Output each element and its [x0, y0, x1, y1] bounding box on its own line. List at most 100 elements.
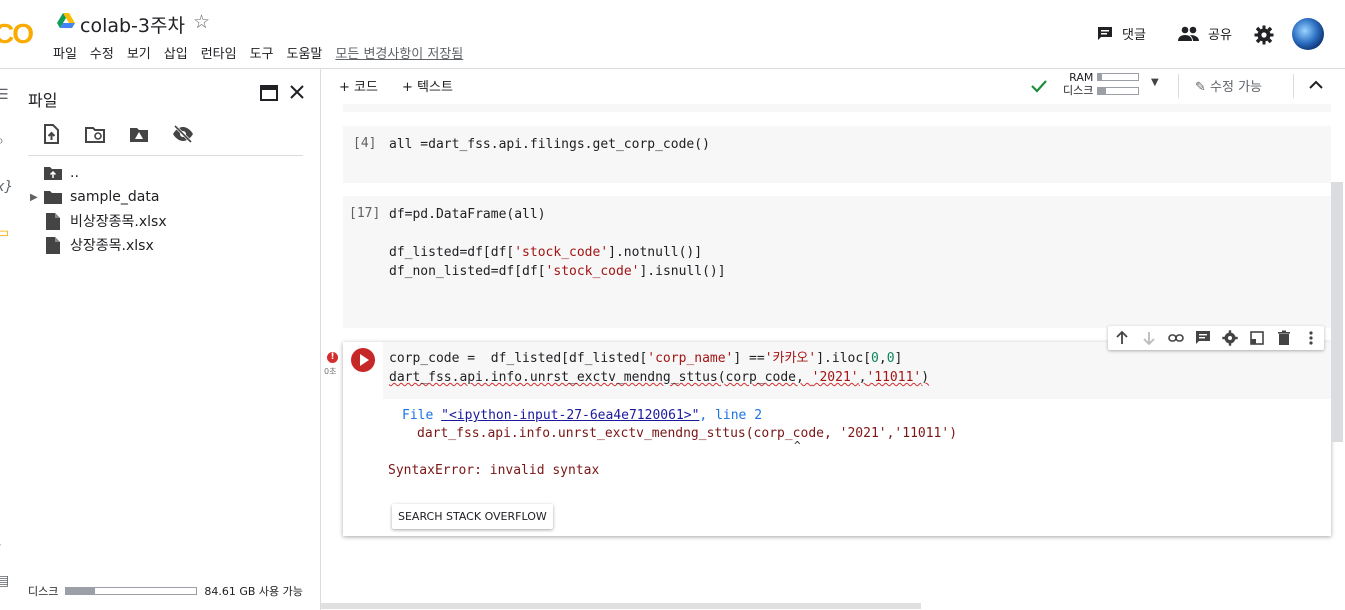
- user-avatar[interactable]: [1292, 18, 1324, 50]
- app-header: CO colab-3주차 ☆ 파일 수정 보기 삽입 런타임 도구 도움말 모든…: [0, 0, 1345, 69]
- traceback-caret: ^: [794, 439, 801, 452]
- menu-insert[interactable]: 삽입: [164, 43, 188, 62]
- delete-icon[interactable]: [1276, 330, 1292, 346]
- add-text-button[interactable]: + 텍스트: [402, 76, 453, 95]
- string-literal: '카카오': [764, 351, 817, 366]
- search-stack-overflow-button[interactable]: SEARCH STACK OVERFLOW: [392, 504, 553, 529]
- code-cell[interactable]: [4] all =dart_fss.api.filings.get_corp_c…: [343, 126, 1331, 183]
- file-row-parent[interactable]: ..: [30, 162, 79, 184]
- code-line[interactable]: df=pd.DataFrame(all): [389, 205, 546, 224]
- add-code-button[interactable]: + 코드: [339, 76, 378, 95]
- file-row-folder[interactable]: ▶ sample_data: [30, 186, 159, 208]
- move-up-icon[interactable]: [1114, 330, 1130, 346]
- file-sidebar: ☰ ⌕ x} ▭ › ▤ 파일 .. ▶: [0, 69, 321, 610]
- comment-icon[interactable]: [1195, 330, 1211, 346]
- string-literal: '2021': [811, 370, 859, 385]
- resource-dropdown-icon[interactable]: ▼: [1151, 77, 1159, 88]
- cell-prompt: [17]: [349, 206, 381, 221]
- hide-hidden-files-icon[interactable]: [172, 123, 194, 145]
- code-cell[interactable]: [17] df=pd.DataFrame(all) df_listed=df[d…: [343, 196, 1331, 328]
- connected-check-icon: [1031, 80, 1047, 93]
- code-editor[interactable]: corp_code = df_listed[df_listed['corp_na…: [383, 342, 1331, 399]
- menu-runtime[interactable]: 런타임: [201, 43, 237, 62]
- share-label: 공유: [1208, 28, 1232, 43]
- open-in-tab-icon[interactable]: [260, 85, 278, 101]
- close-icon[interactable]: [289, 84, 305, 100]
- link-icon[interactable]: [1167, 330, 1184, 346]
- variables-icon[interactable]: x}: [0, 179, 13, 195]
- code-line[interactable]: df_listed=df[df['stock_code'].notnull()]: [389, 243, 702, 262]
- file-name: 상장종목.xlsx: [70, 238, 154, 254]
- collapse-header-icon[interactable]: [1309, 80, 1323, 90]
- save-status-link[interactable]: 모든 변경사항이 저장됨: [335, 43, 463, 62]
- star-icon[interactable]: ☆: [193, 11, 210, 33]
- disk-usage-bar: [65, 587, 198, 595]
- side-rail: ☰ ⌕ x} ▭ › ▤: [0, 69, 20, 610]
- search-icon[interactable]: ⌕: [0, 133, 4, 149]
- horizontal-scrollbar[interactable]: [321, 603, 921, 609]
- code-line[interactable]: corp_code = df_listed[df_listed['corp_na…: [389, 349, 902, 368]
- traceback-file-prefix: File: [402, 408, 442, 423]
- upload-file-icon[interactable]: [40, 123, 62, 145]
- menu-view[interactable]: 보기: [127, 43, 151, 62]
- code-line[interactable]: all =dart_fss.api.filings.get_corp_code(…: [389, 135, 710, 154]
- notebook-area: [4] all =dart_fss.api.filings.get_corp_c…: [321, 104, 1345, 610]
- string-literal: 'corp_name': [647, 351, 734, 366]
- run-cell-button[interactable]: [351, 348, 375, 372]
- folder-icon: [44, 191, 62, 204]
- settings-gear-icon[interactable]: [1254, 25, 1274, 45]
- disk-usage: 디스크 84.61 GB 사용 가능: [28, 583, 303, 599]
- number-literal: 0: [871, 351, 879, 366]
- move-down-icon[interactable]: [1141, 330, 1157, 346]
- mount-drive-icon[interactable]: [128, 123, 150, 145]
- people-icon: [1178, 26, 1199, 41]
- cell-prompt: [4]: [353, 136, 377, 151]
- file-name: 비상장종목.xlsx: [70, 214, 167, 230]
- menu-tools[interactable]: 도구: [250, 43, 274, 62]
- colab-logo[interactable]: CO: [0, 18, 34, 50]
- expand-chevron-icon[interactable]: ›: [0, 537, 2, 553]
- menu-file[interactable]: 파일: [53, 43, 77, 62]
- toc-icon[interactable]: ☰: [0, 87, 9, 103]
- folder-icon[interactable]: ▭: [0, 225, 9, 241]
- menu-bar: 파일 수정 보기 삽입 런타임 도구 도움말 모든 변경사항이 저장됨: [53, 43, 463, 62]
- files-panel-title: 파일: [28, 91, 58, 110]
- cell-toolbar: [1108, 326, 1324, 350]
- notebook-title[interactable]: colab-3주차: [80, 11, 185, 38]
- mirror-cell-icon[interactable]: [1249, 330, 1265, 346]
- comment-button[interactable]: 댓글: [1096, 24, 1146, 43]
- google-drive-icon[interactable]: [57, 13, 75, 29]
- menu-edit[interactable]: 수정: [90, 43, 114, 62]
- menu-help[interactable]: 도움말: [287, 43, 323, 62]
- active-code-cell[interactable]: corp_code = df_listed[df_listed['corp_na…: [343, 342, 1331, 536]
- file-row-xlsx[interactable]: 비상장종목.xlsx: [30, 210, 167, 232]
- pencil-icon: ✎: [1195, 80, 1206, 95]
- disk-available: 84.61 GB 사용 가능: [204, 585, 303, 598]
- error-message: SyntaxError: invalid syntax: [388, 463, 600, 478]
- disk-bar-fill: [1098, 88, 1106, 94]
- file-toolbar: [40, 123, 194, 145]
- edit-mode-button[interactable]: ✎ 수정 가능: [1195, 76, 1262, 95]
- disk-label: 디스크: [1063, 84, 1094, 97]
- terminal-icon[interactable]: ▤: [0, 573, 9, 589]
- cell-output: File "<ipython-input-27-6ea4e7120061>", …: [343, 400, 1331, 536]
- code-line-error[interactable]: dart_fss.api.info.unrst_exctv_mendng_stt…: [389, 368, 929, 387]
- code-line[interactable]: df_non_listed=df[df['stock_code'].isnull…: [389, 262, 726, 281]
- resource-indicator[interactable]: RAM 디스크: [1063, 71, 1093, 97]
- comment-icon: [1098, 26, 1112, 40]
- cell-settings-icon[interactable]: [1221, 330, 1238, 346]
- refresh-folder-icon[interactable]: [84, 123, 106, 145]
- file-name: ..: [70, 165, 79, 181]
- error-badge-icon[interactable]: !: [327, 352, 338, 363]
- code-cell-partial: [343, 104, 1331, 112]
- sidebar-divider: [28, 155, 303, 156]
- share-button[interactable]: 공유: [1178, 24, 1232, 43]
- file-icon: [46, 212, 60, 230]
- file-row-xlsx[interactable]: 상장종목.xlsx: [30, 234, 154, 256]
- comment-label: 댓글: [1122, 28, 1146, 43]
- file-icon: [46, 236, 60, 254]
- expand-arrow-icon[interactable]: ▶: [30, 192, 44, 203]
- notebook-scrollbar[interactable]: [1331, 182, 1343, 442]
- traceback-file-link[interactable]: "<ipython-input-27-6ea4e7120061>": [441, 408, 699, 423]
- more-options-icon[interactable]: [1303, 330, 1319, 346]
